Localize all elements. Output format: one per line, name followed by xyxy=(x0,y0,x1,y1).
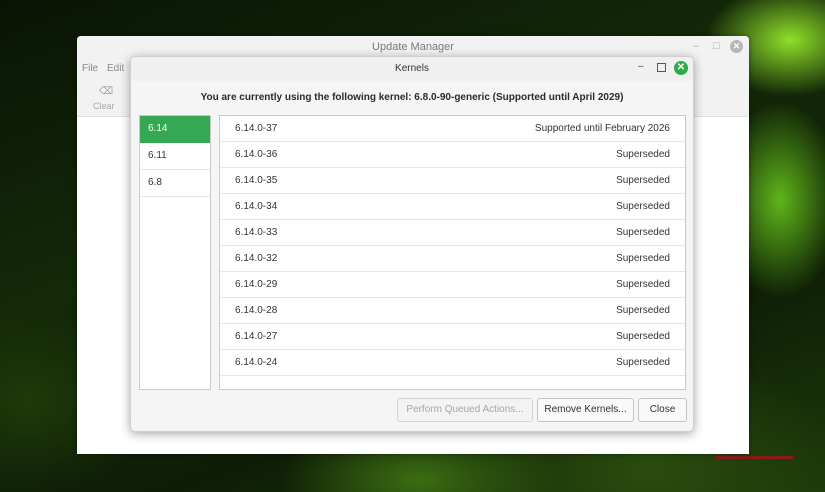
kernel-version: 6.14.0-33 xyxy=(235,227,278,238)
kernel-version: 6.14.0-28 xyxy=(235,305,278,316)
kernel-status: Supported until February 2026 xyxy=(534,123,670,134)
kernel-version: 6.14.0-35 xyxy=(235,175,278,186)
kernel-status: Superseded xyxy=(616,357,670,368)
background-accent xyxy=(715,456,793,459)
menu-file[interactable]: File xyxy=(82,63,98,74)
kernel-row[interactable]: 6.14.0-24 Superseded xyxy=(220,350,685,376)
remove-kernels-button[interactable]: Remove Kernels... xyxy=(537,398,634,422)
kernel-row[interactable]: 6.14.0-32 Superseded xyxy=(220,246,685,272)
series-item-6-11[interactable]: 6.11 xyxy=(140,143,210,170)
maximize-icon[interactable] xyxy=(657,63,666,72)
close-icon[interactable]: ✕ xyxy=(730,40,743,53)
kernel-status: Superseded xyxy=(616,305,670,316)
minimize-icon[interactable]: – xyxy=(638,61,644,72)
minimize-icon[interactable]: – xyxy=(693,40,699,52)
kernel-status: Superseded xyxy=(616,253,670,264)
kernel-version: 6.14.0-37 xyxy=(235,123,278,134)
clear-button[interactable]: Clear xyxy=(93,101,115,111)
current-kernel-label: You are currently using the following ke… xyxy=(200,92,624,103)
kernels-titlebar: Kernels – ✕ xyxy=(131,57,693,81)
perform-queued-actions-button[interactable]: Perform Queued Actions... xyxy=(397,398,533,422)
kernel-version: 6.14.0-24 xyxy=(235,357,278,368)
kernel-status: Superseded xyxy=(616,227,670,238)
kernel-row[interactable]: 6.14.0-37 Supported until February 2026 xyxy=(220,116,685,142)
kernels-title: Kernels xyxy=(395,63,429,74)
kernel-version: 6.14.0-29 xyxy=(235,279,278,290)
close-button[interactable]: Close xyxy=(638,398,687,422)
kernel-status: Superseded xyxy=(616,175,670,186)
kernel-row[interactable]: 6.14.0-34 Superseded xyxy=(220,194,685,220)
kernel-row[interactable]: 6.14.0-35 Superseded xyxy=(220,168,685,194)
kernel-version: 6.14.0-34 xyxy=(235,201,278,212)
kernel-row[interactable]: 6.14.0-28 Superseded xyxy=(220,298,685,324)
update-manager-titlebar: Update Manager – □ ✕ xyxy=(77,36,749,58)
kernel-status: Superseded xyxy=(616,331,670,342)
kernel-row[interactable]: 6.14.0-29 Superseded xyxy=(220,272,685,298)
series-item-6-14[interactable]: 6.14 xyxy=(140,116,210,143)
kernel-status: Superseded xyxy=(616,279,670,290)
kernel-series-list: 6.14 6.11 6.8 xyxy=(139,115,211,390)
kernels-dialog: Kernels – ✕ You are currently using the … xyxy=(130,56,694,432)
kernel-status: Superseded xyxy=(616,149,670,160)
kernel-version: 6.14.0-27 xyxy=(235,331,278,342)
kernel-status: Superseded xyxy=(616,201,670,212)
kernel-row[interactable]: 6.14.0-36 Superseded xyxy=(220,142,685,168)
backspace-icon[interactable]: ⌫ xyxy=(99,86,113,97)
kernel-version: 6.14.0-36 xyxy=(235,149,278,160)
series-item-6-8[interactable]: 6.8 xyxy=(140,170,210,197)
kernel-row[interactable]: 6.14.0-33 Superseded xyxy=(220,220,685,246)
close-icon[interactable]: ✕ xyxy=(674,61,688,75)
kernel-version-list: 6.14.0-37 Supported until February 2026 … xyxy=(219,115,686,390)
update-manager-title: Update Manager xyxy=(372,41,454,53)
kernel-version: 6.14.0-32 xyxy=(235,253,278,264)
maximize-icon[interactable]: □ xyxy=(713,40,720,52)
kernel-row[interactable]: 6.14.0-27 Superseded xyxy=(220,324,685,350)
menu-edit[interactable]: Edit xyxy=(107,63,124,74)
